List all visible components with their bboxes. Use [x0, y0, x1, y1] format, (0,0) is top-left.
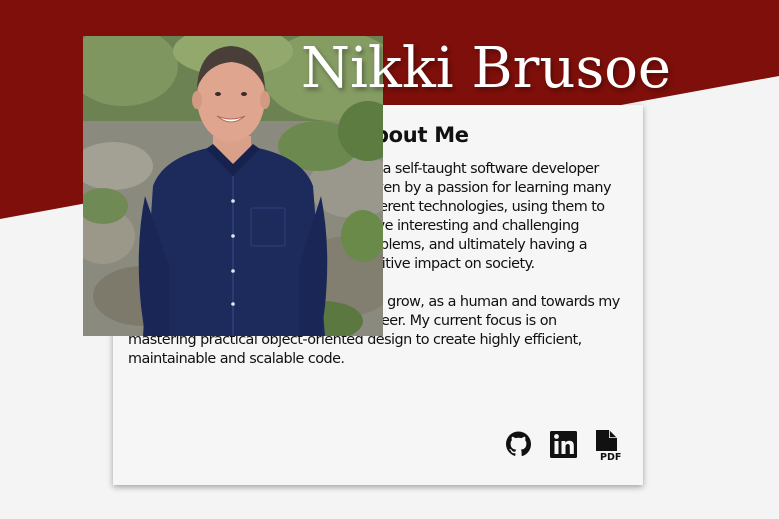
linkedin-icon — [550, 431, 577, 458]
page-title: Nikki Brusoe — [301, 36, 672, 101]
github-icon — [506, 431, 531, 457]
pdf-resume-icon: PDF — [596, 430, 621, 462]
linkedin-link[interactable] — [548, 428, 579, 462]
pdf-badge: PDF — [600, 452, 621, 462]
resume-pdf-link[interactable]: PDF — [593, 428, 624, 462]
github-link[interactable] — [503, 428, 534, 462]
page: About Me I'm a self-taught software deve… — [0, 0, 779, 519]
social-links: PDF — [503, 428, 624, 462]
